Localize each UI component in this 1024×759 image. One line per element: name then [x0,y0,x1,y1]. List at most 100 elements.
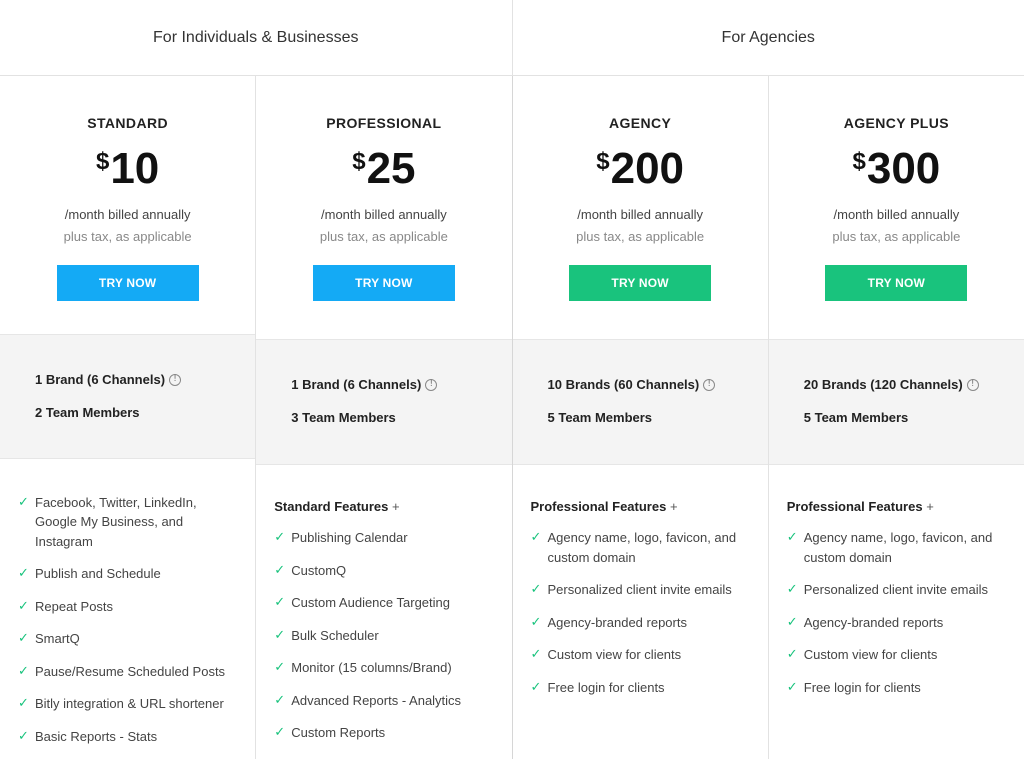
check-icon: ✓ [530,582,542,597]
check-icon: ✓ [786,614,798,630]
feature-item: ✓ Agency name, logo, favicon, and custom … [531,528,752,567]
plus-sign: + [926,499,934,514]
plan-price: $ 200 [596,145,684,193]
check-icon: ✓ [18,663,29,679]
team-limit-text: 5 Team Members [803,410,909,425]
feature-text: Pause/Resume Scheduled Posts [35,663,226,679]
team-limit: 5 Team Members [548,410,768,425]
feature-text: Advanced Reports - Analytics [291,692,462,708]
feature-text: Personalized client invite emails [803,582,989,597]
try-now-button-standard[interactable]: TRY NOW [56,265,199,301]
feature-text: Agency name, logo, favicon, and custom d… [803,530,993,565]
feature-item: ✓ Custom view for clients [787,645,1008,665]
check-icon: ✓ [786,647,798,662]
features-heading: Standard Features + [274,499,495,514]
feature-item: ✓ Bulk Scheduler [274,626,495,646]
feature-text: Bitly integration & URL shortener [35,696,224,711]
plan-card-standard: STANDARD $ 10 /month billed annually plu… [0,76,256,759]
feature-text: Repeat Posts [35,598,114,614]
info-icon[interactable]: ! [425,378,438,391]
price-amount: 10 [110,144,160,193]
brand-limit: 10 Brands (60 Channels) ! [548,377,768,392]
tax-note: plus tax, as applicable [576,229,705,244]
brand-limit-text: 10 Brands (60 Channels) [547,377,700,392]
plan-limits: 10 Brands (60 Channels) ! 5 Team Members [512,339,768,465]
feature-item: ✓ Agency name, logo, favicon, and custom … [787,528,1008,567]
plan-limits: 1 Brand (6 Channels) ! 2 Team Members [0,334,256,459]
try-now-button-professional[interactable]: TRY NOW [312,265,455,301]
plan-header: STANDARD $ 10 /month billed annually plu… [0,76,255,334]
check-icon: ✓ [530,679,542,695]
tax-note: plus tax, as applicable [63,229,192,244]
check-icon: ✓ [274,562,286,578]
feature-item: ✓ Monitor (15 columns/Brand) [274,658,495,678]
plan-name: PROFESSIONAL [326,115,442,131]
plan-card-agency-plus: AGENCY PLUS $ 300 /month billed annually… [767,76,1024,759]
feature-item: ✓ Free login for clients [531,678,752,698]
brand-limit-text: 20 Brands (120 Channels) [803,377,963,392]
try-now-button-agency-plus[interactable]: TRY NOW [825,265,968,301]
pricing-plans: STANDARD $ 10 /month billed annually plu… [0,76,1024,759]
team-limit: 3 Team Members [291,410,511,425]
feature-item: ✓ Bitly integration & URL shortener [18,694,239,714]
feature-text: Agency-branded reports [547,614,687,630]
brand-limit-text: 1 Brand (6 Channels) [35,372,166,388]
feature-text: Facebook, Twitter, LinkedIn, Google My B… [35,494,197,549]
plan-price: $ 25 [352,145,415,193]
currency-symbol: $ [852,148,866,175]
feature-text: Free login for clients [803,679,921,695]
feature-item: ✓ Custom Reports [274,723,495,743]
feature-text: Custom view for clients [803,647,938,662]
check-icon: ✓ [274,595,286,610]
feature-text: Free login for clients [547,679,665,695]
check-icon: ✓ [530,614,542,630]
info-icon[interactable]: ! [703,378,716,391]
plan-price: $ 300 [852,145,940,193]
check-icon: ✓ [530,530,542,545]
feature-text: Custom Reports [291,725,386,740]
plan-group-headers: For Individuals & Businesses For Agencie… [0,0,1024,76]
plan-name: AGENCY [608,115,672,131]
feature-item: ✓ Repeat Posts [18,597,239,617]
brand-limit: 1 Brand (6 Channels) ! [35,372,255,387]
info-icon[interactable]: ! [966,378,979,391]
price-amount: 300 [866,144,941,193]
billing-period: /month billed annually [64,207,191,222]
feature-list: ✓ Facebook, Twitter, LinkedIn, Google My … [0,459,255,759]
team-limit: 2 Team Members [35,405,255,420]
feature-item: ✓ Personalized client invite emails [531,580,752,600]
feature-item: ✓ Agency-branded reports [787,613,1008,633]
team-limit-text: 2 Team Members [35,405,140,421]
feature-text: Basic Reports - Stats [35,728,158,744]
brand-limit: 20 Brands (120 Channels) ! [804,377,1024,392]
plan-header: AGENCY $ 200 /month billed annually plus… [513,76,768,339]
check-icon: ✓ [18,728,29,744]
check-icon: ✓ [274,692,286,708]
feature-text: CustomQ [291,562,347,578]
feature-item: ✓ Custom Audience Targeting [274,593,495,613]
feature-text: Custom view for clients [547,647,682,662]
try-now-button-agency[interactable]: TRY NOW [569,265,712,301]
features-heading: Professional Features + [787,499,1008,514]
plan-card-agency: AGENCY $ 200 /month billed annually plus… [511,76,768,759]
feature-list: Professional Features + ✓ Agency name, lo… [769,465,1024,710]
tax-note: plus tax, as applicable [832,229,961,244]
plan-header: PROFESSIONAL $ 25 /month billed annually… [256,76,511,339]
group-header-individuals: For Individuals & Businesses [153,28,359,46]
check-icon: ✓ [274,627,286,643]
check-icon: ✓ [274,725,286,740]
price-amount: 200 [610,144,685,193]
check-icon: ✓ [786,530,798,545]
plus-sign: + [669,499,678,514]
check-icon: ✓ [18,631,29,646]
currency-symbol: $ [352,148,366,175]
feature-text: Personalized client invite emails [547,582,732,597]
check-icon: ✓ [274,530,286,545]
feature-item: ✓ SmartQ [18,629,239,649]
feature-item: ✓ Publishing Calendar [274,528,495,548]
info-icon[interactable]: ! [169,373,182,386]
feature-item: ✓ Agency-branded reports [531,613,752,633]
feature-text: Agency name, logo, favicon, and custom d… [547,530,737,565]
check-icon: ✓ [18,598,29,614]
pricing-page: For Individuals & Businesses For Agencie… [0,0,1024,759]
